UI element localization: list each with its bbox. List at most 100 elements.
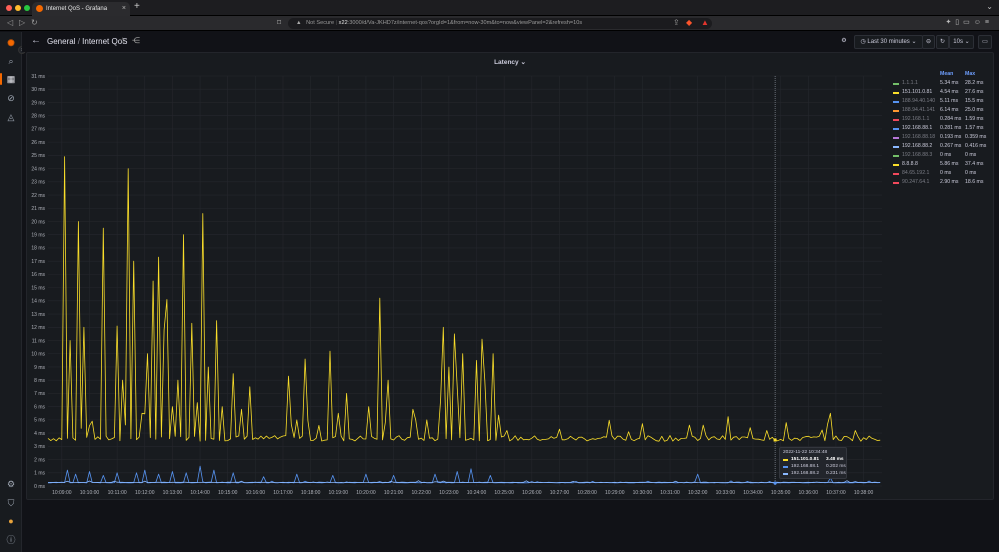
legend-row[interactable]: 188.94.41.141 6.14 ms 25.0 ms [893, 107, 993, 116]
x-tick-label: 10:16:00 [246, 490, 266, 496]
legend-max-value: 0.359 ms [965, 134, 987, 140]
legend-color-swatch [893, 146, 899, 148]
y-tick-label: 7 ms [34, 391, 45, 397]
x-tick-label: 10:17:00 [273, 490, 293, 496]
y-tick-label: 15 ms [31, 285, 45, 291]
legend-series-name: 192.168.88.2 [902, 143, 933, 149]
hover-tooltip: 2022-11-22 10:34:48 151.101.0.81 3.48 ms 1… [779, 447, 847, 479]
x-tick-label: 10:19:00 [329, 490, 349, 496]
x-tick-label: 10:10:00 [80, 490, 100, 496]
legend-mean-value: 5.11 ms [940, 98, 959, 104]
legend-max-value: 0.416 ms [965, 143, 987, 149]
x-tick-label: 10:38:00 [854, 490, 874, 496]
legend-series-name: 192.168.1.1 [902, 116, 930, 122]
x-tick-label: 10:25:00 [494, 490, 514, 496]
y-tick-label: 4 ms [34, 431, 45, 437]
legend-row[interactable]: 192.168.88.1 0.281 ms 1.57 ms [893, 125, 993, 134]
legend-color-swatch [893, 137, 899, 139]
x-tick-label: 10:13:00 [163, 490, 183, 496]
legend-series-name: 84.65.192.1 [902, 170, 930, 176]
legend-series-name: 192.168.88.18 [902, 134, 936, 140]
legend-max-value: 0 ms [965, 170, 977, 176]
chart-series [47, 156, 881, 484]
y-tick-label: 13 ms [31, 312, 45, 318]
legend-mean-value: 2.90 ms [940, 179, 959, 185]
legend-row[interactable]: 1.1.1.1 5.34 ms 28.2 ms [893, 80, 993, 89]
legend-max-value: 25.0 ms [965, 107, 984, 113]
x-tick-label: 10:29:00 [605, 490, 625, 496]
y-tick-label: 2 ms [34, 457, 45, 463]
y-tick-label: 26 ms [31, 140, 45, 146]
legend-color-swatch [893, 182, 899, 184]
y-tick-label: 23 ms [31, 180, 45, 186]
x-tick-label: 10:11:00 [108, 490, 127, 496]
legend-color-swatch [893, 119, 899, 121]
legend-color-swatch [893, 110, 899, 112]
tooltip-row: 192.168.88.1 0.202 ms [783, 464, 847, 471]
x-tick-label: 10:21:00 [384, 490, 404, 496]
legend-row[interactable]: 84.65.192.1 0 ms 0 ms [893, 170, 993, 179]
legend-max-value: 0 ms [965, 152, 977, 158]
x-tick-label: 10:27:00 [550, 490, 570, 496]
x-tick-label: 10:28:00 [577, 490, 597, 496]
y-tick-label: 1 ms [34, 471, 45, 477]
y-tick-label: 18 ms [31, 246, 45, 252]
legend-mean-value: 5.86 ms [940, 161, 959, 167]
x-tick-label: 10:22:00 [411, 490, 431, 496]
hover-point [773, 438, 777, 442]
y-tick-label: 0 ms [34, 484, 45, 490]
legend-series-name: 192.168.88.3 [902, 152, 933, 158]
x-tick-label: 10:15:00 [218, 490, 238, 496]
tooltip-row: 151.101.0.81 3.48 ms [783, 457, 847, 464]
x-tick-label: 10:30:00 [633, 490, 653, 496]
y-tick-label: 17 ms [31, 259, 45, 265]
legend-mean-value: 5.34 ms [940, 80, 959, 86]
x-tick-label: 10:18:00 [301, 490, 321, 496]
tooltip-series-name: 192.168.88.2 [791, 471, 820, 476]
x-axis-ticks: 10:09:00 10:10:00 10:11:00 10:12:00 10:13:00… [52, 490, 873, 496]
x-tick-label: 10:33:00 [716, 490, 736, 496]
legend-row[interactable]: 90.247.64.1 2.90 ms 18.6 ms [893, 179, 993, 188]
legend-max-value: 27.6 ms [965, 89, 984, 95]
series-line-192-168-88-1 [47, 465, 881, 484]
legend-series-name: 188.94.40.140 [902, 98, 936, 104]
x-tick-label: 10:34:00 [743, 490, 763, 496]
legend-row[interactable]: 192.168.88.2 0.267 ms 0.416 ms [893, 143, 993, 152]
legend-mean-value: 6.14 ms [940, 107, 959, 113]
y-tick-label: 9 ms [34, 365, 45, 371]
legend-row[interactable]: 8.8.8.8 5.86 ms 37.4 ms [893, 161, 993, 170]
legend-mean-header[interactable]: Mean [940, 71, 953, 77]
tooltip-series-value: 3.48 ms [826, 457, 844, 462]
legend-row[interactable]: 188.94.40.140 5.11 ms 15.5 ms [893, 98, 993, 107]
legend-max-header[interactable]: Max [965, 71, 975, 77]
legend-row[interactable]: 192.168.1.1 0.284 ms 1.59 ms [893, 116, 993, 125]
x-tick-label: 10:12:00 [135, 490, 155, 496]
tooltip-series-name: 151.101.0.81 [791, 457, 820, 462]
x-tick-label: 10:23:00 [439, 490, 459, 496]
y-tick-label: 22 ms [31, 193, 45, 199]
tooltip-color-swatch [783, 459, 788, 461]
legend-max-value: 18.6 ms [965, 179, 984, 185]
series-line-151-101-0-81 [47, 156, 881, 442]
y-tick-label: 11 ms [32, 338, 46, 344]
tooltip-series-value: 0.202 ms [826, 464, 846, 469]
legend-series-name: 151.101.0.81 [902, 89, 933, 95]
legend-series-name: 90.247.64.1 [902, 179, 930, 185]
y-tick-label: 3 ms [34, 444, 45, 450]
x-tick-label: 10:37:00 [826, 490, 846, 496]
legend-max-value: 1.57 ms [965, 125, 984, 131]
legend-row[interactable]: 151.101.0.81 4.54 ms 27.6 ms [893, 89, 993, 98]
x-tick-label: 10:35:00 [771, 490, 791, 496]
legend-max-value: 28.2 ms [965, 80, 984, 86]
legend-color-swatch [893, 128, 899, 130]
legend-row[interactable]: 192.168.88.18 0.193 ms 0.359 ms [893, 134, 993, 143]
legend-color-swatch [893, 155, 899, 157]
legend-mean-value: 4.54 ms [940, 89, 959, 95]
legend-row[interactable]: 192.168.88.3 0 ms 0 ms [893, 152, 993, 161]
hover-points [773, 438, 777, 485]
legend-mean-value: 0 ms [940, 170, 952, 176]
legend-mean-value: 0.281 ms [940, 125, 962, 131]
y-tick-label: 25 ms [31, 153, 45, 159]
legend-color-swatch [893, 101, 899, 103]
latency-chart[interactable]: 0 ms 1 ms 2 ms 3 ms 4 ms 5 ms 6 ms 7 ms 8 ms 9 ms… [0, 0, 999, 552]
